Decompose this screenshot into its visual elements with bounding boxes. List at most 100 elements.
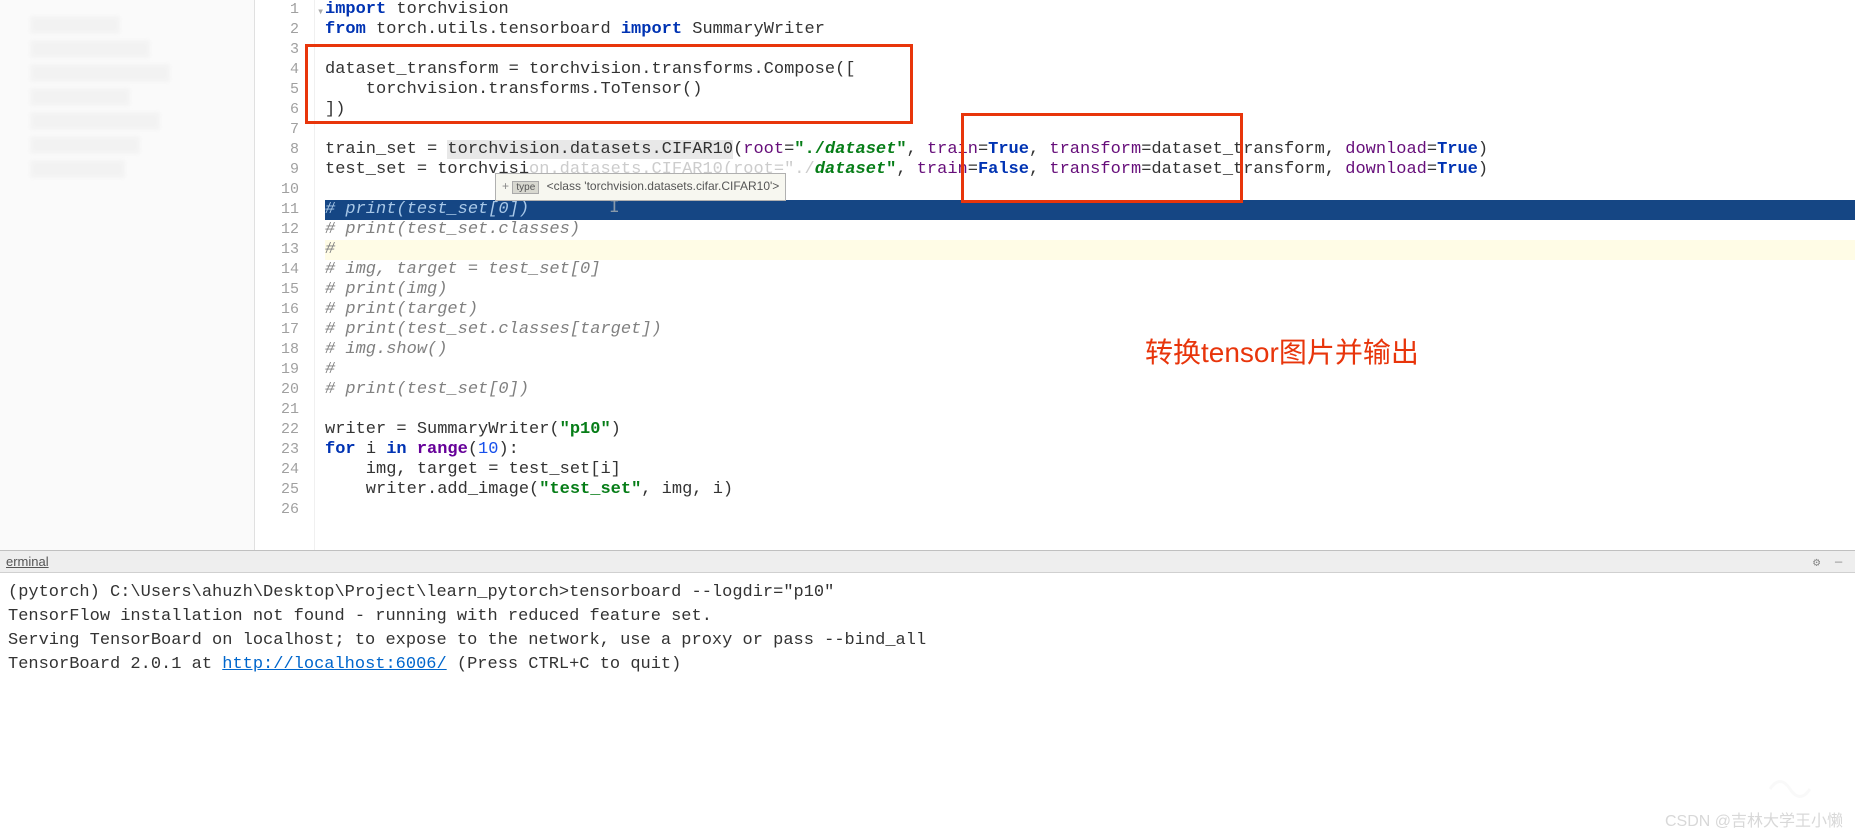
keyword-import: import — [621, 20, 682, 39]
code-text: ( — [733, 140, 743, 159]
csdn-watermark: CSDN @吉林大学王小懒 — [1665, 807, 1843, 831]
code-text: ]) — [325, 100, 345, 119]
keyword-true: True — [988, 140, 1029, 159]
param: train — [927, 140, 978, 159]
code-line-23[interactable]: for i in range(10): — [325, 440, 1855, 460]
code-line-20[interactable]: # print(test_set[0]) — [325, 380, 1855, 400]
module-path: torch.utils.tensorboard — [376, 20, 611, 39]
tensorboard-url-link[interactable]: http://localhost:6006/ — [222, 655, 446, 674]
line-number: 22 — [255, 420, 299, 440]
param: download — [1345, 140, 1427, 159]
code-line-25[interactable]: writer.add_image("test_set", img, i) — [325, 480, 1855, 500]
string: " — [896, 140, 906, 159]
line-number: 1 — [255, 0, 299, 20]
string: " — [886, 160, 896, 179]
builtin-range: range — [417, 440, 468, 459]
code-line-22[interactable]: writer = SummaryWriter("p10") — [325, 420, 1855, 440]
terminal-line: TensorBoard 2.0.1 at http://localhost:60… — [8, 653, 1847, 677]
line-number: 18 — [255, 340, 299, 360]
code-line-6[interactable]: ]) — [325, 100, 1855, 120]
terminal-text: TensorBoard 2.0.1 at — [8, 655, 222, 674]
code-line-14[interactable]: # img, target = test_set[0] — [325, 260, 1855, 280]
line-number-gutter: 1 2 3 4 5 6 7 8 9 10 11 12 13 14 15 16 1… — [255, 0, 315, 550]
code-line-13-current[interactable]: # — [325, 240, 1855, 260]
code-text: img, target = test_set[i] — [325, 460, 621, 479]
code-line-26[interactable] — [325, 500, 1855, 520]
red-text-annotation: 转换tensor图片并输出 — [1145, 343, 1419, 363]
code-line-18[interactable]: # img.show() — [325, 340, 1855, 360]
code-line-15[interactable]: # print(img) — [325, 280, 1855, 300]
terminal-tab[interactable]: erminal — [6, 554, 49, 569]
fold-marker-icon[interactable]: ▾ — [317, 2, 324, 22]
code-text: writer.add_image( — [325, 480, 539, 499]
line-number: 3 — [255, 40, 299, 60]
terminal-line: TensorFlow installation not found - runn… — [8, 605, 1847, 629]
line-number: 17 — [255, 320, 299, 340]
line-number: 7 — [255, 120, 299, 140]
comment: # print(target) — [325, 300, 478, 319]
code-line-19[interactable]: # — [325, 360, 1855, 380]
code-line-7[interactable] — [325, 120, 1855, 140]
terminal-panel: erminal ⚙ — (pytorch) C:\Users\ahuzh\Des… — [0, 550, 1855, 839]
gear-icon[interactable]: ⚙ — [1813, 555, 1827, 569]
keyword-from: from — [325, 20, 366, 39]
string: dataset — [825, 140, 896, 159]
code-line-3[interactable] — [325, 40, 1855, 60]
code-line-1[interactable]: ▾import torchvision — [325, 0, 1855, 20]
minimize-icon[interactable]: — — [1835, 555, 1849, 569]
comment: # print(test_set.classes) — [325, 220, 580, 239]
sidebar-item-blur — [30, 136, 140, 154]
code-line-8[interactable]: train_set = torchvision.datasets.CIFAR10… — [325, 140, 1855, 160]
line-number: 23 — [255, 440, 299, 460]
comment: # — [325, 360, 335, 379]
string: dataset — [815, 160, 886, 179]
string: "./ — [794, 140, 825, 159]
line-number: 2 — [255, 20, 299, 40]
keyword-import: import — [325, 0, 386, 19]
module-name: torchvision — [396, 0, 508, 19]
code-line-17[interactable]: # print(test_set.classes[target]) — [325, 320, 1855, 340]
code-line-11-highlighted[interactable]: I # print(test_set[0]) — [325, 200, 1855, 220]
line-number: 12 — [255, 220, 299, 240]
param: root — [743, 140, 784, 159]
keyword-in: in — [386, 440, 406, 459]
terminal-actions: ⚙ — — [1813, 555, 1849, 569]
line-number: 10 — [255, 180, 299, 200]
param: train — [917, 160, 968, 179]
keyword-true: True — [1437, 140, 1478, 159]
line-number: 6 — [255, 100, 299, 120]
code-line-4[interactable]: dataset_transform = torchvision.transfor… — [325, 60, 1855, 80]
string: "test_set" — [539, 480, 641, 499]
keyword-false: False — [978, 160, 1029, 179]
code-line-2[interactable]: from torch.utils.tensorboard import Summ… — [325, 20, 1855, 40]
code-line-16[interactable]: # print(target) — [325, 300, 1855, 320]
param: transform — [1049, 160, 1141, 179]
editor-area[interactable]: 1 2 3 4 5 6 7 8 9 10 11 12 13 14 15 16 1… — [255, 0, 1855, 550]
code-line-5[interactable]: torchvision.transforms.ToTensor() — [325, 80, 1855, 100]
param: transform — [1049, 140, 1141, 159]
keyword-for: for — [325, 440, 356, 459]
terminal-body[interactable]: (pytorch) C:\Users\ahuzh\Desktop\Project… — [0, 573, 1855, 685]
line-number: 8 — [255, 140, 299, 160]
terminal-header: erminal ⚙ — — [0, 551, 1855, 573]
line-number: 16 — [255, 300, 299, 320]
string: "p10" — [560, 420, 611, 439]
code-line-21[interactable] — [325, 400, 1855, 420]
import-name: SummaryWriter — [692, 20, 825, 39]
comment: # print(test_set[0]) — [325, 200, 529, 219]
text-cursor-icon: I — [609, 198, 620, 218]
keyword-true: True — [1437, 160, 1478, 179]
code-content[interactable]: ▾import torchvision from torch.utils.ten… — [315, 0, 1855, 550]
line-number: 19 — [255, 360, 299, 380]
code-line-24[interactable]: img, target = test_set[i] — [325, 460, 1855, 480]
param: download — [1345, 160, 1427, 179]
code-text: train_set = — [325, 140, 447, 159]
comment: # — [325, 240, 335, 259]
sidebar-item-blur — [30, 16, 120, 34]
sidebar-item-blur — [30, 112, 160, 130]
terminal-text: (Press CTRL+C to quit) — [447, 655, 682, 674]
code-line-12[interactable]: # print(test_set.classes) — [325, 220, 1855, 240]
left-sidebar — [0, 0, 255, 550]
type-tooltip: + type <class 'torchvision.datasets.cifa… — [495, 173, 786, 201]
identifier: dataset_transform — [1151, 160, 1324, 179]
